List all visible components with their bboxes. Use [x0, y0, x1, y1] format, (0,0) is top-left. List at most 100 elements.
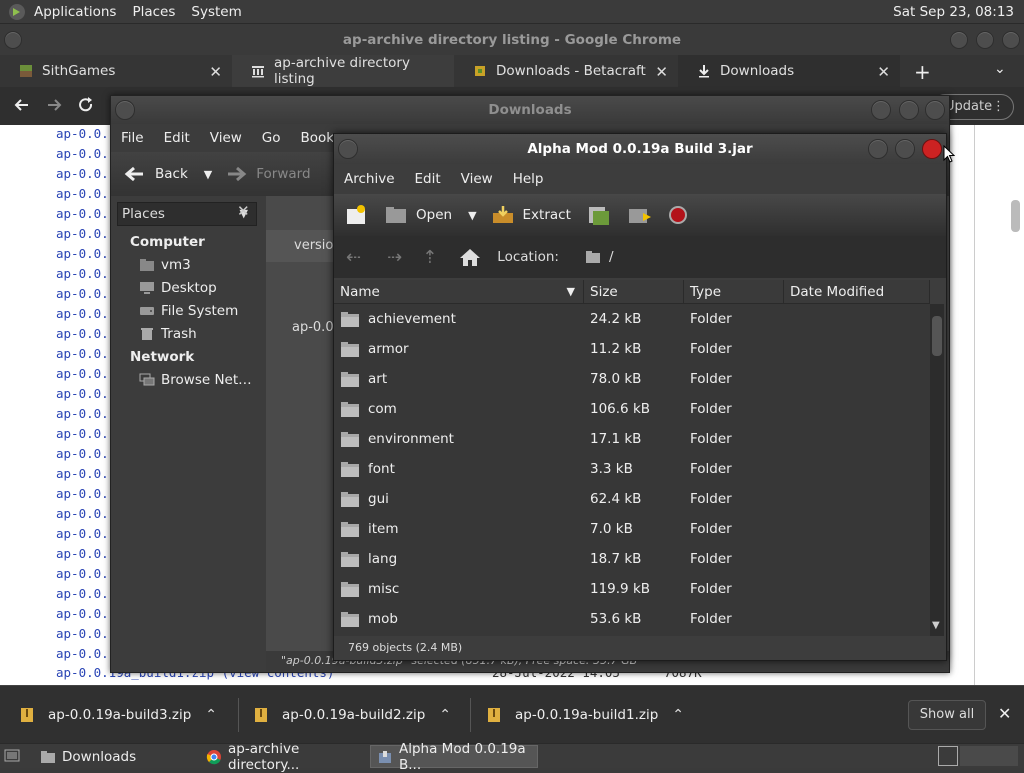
- show-all-button[interactable]: Show all: [908, 700, 986, 730]
- sidebar-item-trash[interactable]: Trash: [139, 326, 197, 342]
- file-row[interactable]: gui 62.4 kB Folder: [334, 484, 930, 514]
- page-scrollbar-thumb[interactable]: [1011, 200, 1020, 232]
- listing-link[interactable]: ap-0.0.: [56, 506, 109, 521]
- file-row[interactable]: font 3.3 kB Folder: [334, 454, 930, 484]
- taskbar-item-archive-manager[interactable]: Alpha Mod 0.0.19a B...: [370, 741, 538, 773]
- listing-link[interactable]: ap-0.0.: [56, 426, 109, 441]
- listing-link[interactable]: ap-0.0.: [56, 386, 109, 401]
- extract-button[interactable]: Extract: [523, 207, 571, 223]
- file-row[interactable]: achievement 24.2 kB Folder: [334, 304, 930, 334]
- back-arrow-icon[interactable]: [123, 165, 145, 183]
- listing-link[interactable]: ap-0.0.: [56, 146, 109, 161]
- minimize-button[interactable]: [868, 139, 888, 159]
- reload-icon[interactable]: [76, 95, 96, 115]
- listing-link[interactable]: ap-0.0.: [56, 246, 109, 261]
- back-arrow-icon[interactable]: [12, 95, 32, 115]
- tab-downloads-betacraft[interactable]: Downloads - Betacraft ✕: [454, 55, 678, 87]
- listing-link[interactable]: ap-0.0.: [56, 566, 109, 581]
- open-archive-icon[interactable]: [384, 205, 408, 225]
- listing-link[interactable]: ap-0.0.: [56, 486, 109, 501]
- back-button[interactable]: Back: [155, 166, 188, 182]
- menu-edit[interactable]: Edit: [154, 130, 200, 146]
- places-dropdown[interactable]: Places ▼: [117, 202, 257, 226]
- scroll-down-arrow-icon[interactable]: ▼: [932, 620, 940, 631]
- selected-file-partial[interactable]: ap-0.0: [292, 320, 334, 335]
- maximize-button[interactable]: [895, 139, 915, 159]
- back-arrow-icon[interactable]: ⇠: [346, 247, 361, 268]
- close-shelf-icon[interactable]: ✕: [998, 704, 1011, 723]
- close-tab-icon[interactable]: ✕: [877, 63, 890, 81]
- window-menu-button[interactable]: [4, 31, 22, 49]
- applications-menu[interactable]: Applications: [26, 4, 124, 20]
- file-row[interactable]: mob 53.6 kB Folder: [334, 604, 930, 634]
- location-path[interactable]: /: [609, 249, 614, 265]
- listing-link[interactable]: ap-0.0.: [56, 266, 109, 281]
- close-button[interactable]: [922, 139, 942, 159]
- listing-link[interactable]: ap-0.0.: [56, 126, 109, 141]
- forward-arrow-icon[interactable]: ⇢: [387, 247, 402, 268]
- tab-downloads[interactable]: Downloads ✕: [678, 55, 900, 87]
- workspace-switcher-icon[interactable]: [938, 746, 958, 766]
- close-tab-icon[interactable]: ✕: [655, 63, 668, 81]
- listing-link[interactable]: ap-0.0.: [56, 626, 109, 641]
- chevron-up-icon[interactable]: ⌃: [205, 707, 217, 723]
- taskbar-item-chrome[interactable]: ap-archive directory...: [200, 741, 368, 773]
- forward-button[interactable]: Forward: [256, 166, 310, 182]
- tab-sithgames[interactable]: SithGames ✕: [0, 55, 232, 87]
- new-tab-plus-icon[interactable]: +: [914, 60, 931, 84]
- listing-link[interactable]: ap-0.0.: [56, 646, 109, 661]
- maximize-button[interactable]: [899, 100, 919, 120]
- taskbar-item-downloads[interactable]: Downloads: [34, 745, 196, 768]
- column-date-modified[interactable]: Date Modified: [784, 280, 930, 304]
- download-item[interactable]: ap-0.0.19a-build1.zip ⌃: [487, 686, 684, 744]
- menu-edit[interactable]: Edit: [405, 171, 451, 187]
- forward-arrow-icon[interactable]: [226, 165, 248, 183]
- listing-link[interactable]: ap-0.0.: [56, 606, 109, 621]
- minimize-button[interactable]: [871, 100, 891, 120]
- listing-link[interactable]: ap-0.0.: [56, 346, 109, 361]
- sidebar-item-vm3[interactable]: vm3: [139, 257, 191, 273]
- file-row[interactable]: armor 11.2 kB Folder: [334, 334, 930, 364]
- column-size[interactable]: Size: [584, 280, 684, 304]
- listing-link[interactable]: ap-0.0.: [56, 406, 109, 421]
- places-menu[interactable]: Places: [124, 4, 183, 20]
- menu-help[interactable]: Help: [503, 171, 554, 187]
- new-archive-icon[interactable]: [344, 203, 368, 227]
- listing-link[interactable]: ap-0.0.: [56, 226, 109, 241]
- listing-link[interactable]: ap-0.0.: [56, 586, 109, 601]
- close-button[interactable]: [1002, 31, 1020, 49]
- file-row[interactable]: environment 17.1 kB Folder: [334, 424, 930, 454]
- maximize-button[interactable]: [976, 31, 994, 49]
- workspace-switcher[interactable]: [960, 746, 1018, 766]
- add-files-icon[interactable]: [587, 203, 613, 227]
- file-list-scrollbar[interactable]: ▼: [930, 304, 944, 636]
- listing-link[interactable]: ap-0.0.: [56, 546, 109, 561]
- listing-link[interactable]: ap-0.0.: [56, 526, 109, 541]
- listing-link[interactable]: ap-0.0.: [56, 326, 109, 341]
- listing-link[interactable]: ap-0.0.: [56, 446, 109, 461]
- clock[interactable]: Sat Sep 23, 08:13: [893, 4, 1014, 20]
- file-row[interactable]: com 106.6 kB Folder: [334, 394, 930, 424]
- file-row[interactable]: lang 18.7 kB Folder: [334, 544, 930, 574]
- column-header-partial[interactable]: versio: [266, 230, 336, 262]
- scrollbar-thumb[interactable]: [932, 316, 942, 356]
- menu-file[interactable]: File: [111, 130, 154, 146]
- file-row[interactable]: item 7.0 kB Folder: [334, 514, 930, 544]
- close-tab-icon[interactable]: ✕: [209, 63, 222, 81]
- file-row[interactable]: misc 119.9 kB Folder: [334, 574, 930, 604]
- download-item[interactable]: ap-0.0.19a-build2.zip ⌃: [254, 686, 451, 744]
- back-dropdown-icon[interactable]: ▼: [204, 168, 212, 181]
- download-item[interactable]: ap-0.0.19a-build3.zip ⌃: [20, 686, 217, 744]
- menu-view[interactable]: View: [200, 130, 252, 146]
- chevron-up-icon[interactable]: ⌃: [672, 707, 684, 723]
- tab-ap-archive[interactable]: ap-archive directory listing: [232, 55, 454, 87]
- close-sidebar-icon[interactable]: ✕: [237, 202, 250, 220]
- column-name[interactable]: Name ▼: [334, 280, 584, 304]
- chevron-up-icon[interactable]: ⌃: [439, 707, 451, 723]
- minimize-button[interactable]: [950, 31, 968, 49]
- sidebar-item-file-system[interactable]: File System: [139, 303, 238, 319]
- close-button[interactable]: [925, 100, 945, 120]
- home-icon[interactable]: [459, 247, 481, 267]
- up-arrow-icon[interactable]: ⇡: [422, 247, 437, 268]
- file-row[interactable]: art 78.0 kB Folder: [334, 364, 930, 394]
